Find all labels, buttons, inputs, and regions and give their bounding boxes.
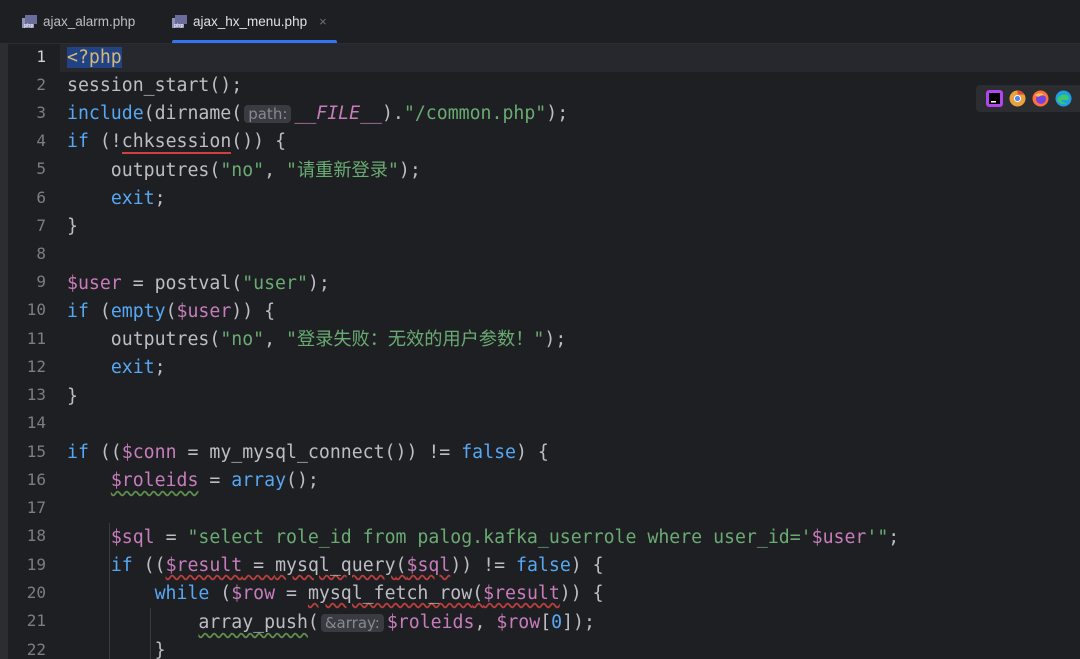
php-file-icon: php [22,15,37,28]
close-tab-icon[interactable]: × [319,14,327,29]
parameter-hint: &array: [320,614,384,632]
firefox-icon[interactable] [1032,90,1049,107]
vertical-scrollbar[interactable] [1072,44,1080,659]
line-number: 10 [26,300,46,319]
edge-icon[interactable] [1055,90,1072,107]
php-file-icon: php [172,15,187,28]
parameter-hint: path: [244,105,292,123]
line-number: 22 [26,640,46,659]
phpstorm-icon[interactable] [986,90,1003,107]
line-number: 3 [36,103,46,122]
tab-ajax-hx-menu[interactable]: php ajax_hx_menu.php × [172,0,337,43]
line-number: 4 [36,131,46,150]
code-line: } [67,640,166,659]
code-line: include(dirname(path: __FILE__)."/common.… [67,103,569,124]
code-line: exit; [110,357,166,378]
code-line: if (($result = mysql_query($sql)) != fal… [110,555,604,576]
line-number: 15 [26,442,46,461]
svg-text:php: php [174,23,184,28]
line-number: 21 [26,611,46,630]
code-line: if (!chksession()) { [67,131,287,154]
code-line: } [67,386,78,407]
line-number: 11 [26,329,46,348]
code-line: outputres("no", "请重新登录"); [67,160,421,181]
line-number: 19 [26,555,46,574]
line-number: 17 [26,498,46,517]
code-line: $roleids = array(); [110,470,319,491]
chrome-icon[interactable] [1009,90,1026,107]
line-number: 14 [26,413,46,432]
line-number: 18 [26,526,46,545]
code-line: while ($row = mysql_fetch_row($result)) … [154,583,604,604]
code-line: } [67,216,78,237]
code-line: session_start(); [67,75,243,96]
line-number: 1 [36,47,46,66]
code-line: array_push(&array: $roleids, $row[0]); [198,612,595,633]
tab-label: ajax_hx_menu.php [193,14,308,29]
line-number: 9 [36,272,46,291]
editor-tab-bar: php ajax_alarm.php php ajax_hx_menu.php … [0,0,1080,44]
code-line: outputres("no", "登录失败：无效的用户参数！"); [67,329,567,350]
line-number: 20 [26,583,46,602]
svg-text:php: php [24,23,34,28]
code-line: if (empty($user)) { [67,301,276,322]
code-editor[interactable]: <?php session_start(); include(dirname(p… [60,44,1080,659]
code-line: <?php [60,44,1080,72]
browser-preview-bar [976,85,1080,112]
line-number: 8 [36,244,46,263]
line-number: 16 [26,470,46,489]
tab-ajax-alarm[interactable]: php ajax_alarm.php [22,0,135,43]
line-number: 6 [36,188,46,207]
line-number: 7 [36,216,46,235]
tab-label: ajax_alarm.php [43,14,136,29]
code-line: if (($conn = my_mysql_connect()) != fals… [67,442,549,463]
line-number: 5 [36,159,46,178]
line-number-gutter[interactable]: 1 2 3 4 5 6 7 8 9 10 11 12 13 14 15 16 1… [8,44,60,659]
code-line: $user = postval("user"); [67,273,330,294]
left-tool-strip [0,44,8,659]
line-number: 13 [26,385,46,404]
code-line: $sql = "select role_id from palog.kafka_… [110,527,900,548]
line-number: 2 [36,75,46,94]
line-number: 12 [26,357,46,376]
code-line: exit; [110,188,166,209]
